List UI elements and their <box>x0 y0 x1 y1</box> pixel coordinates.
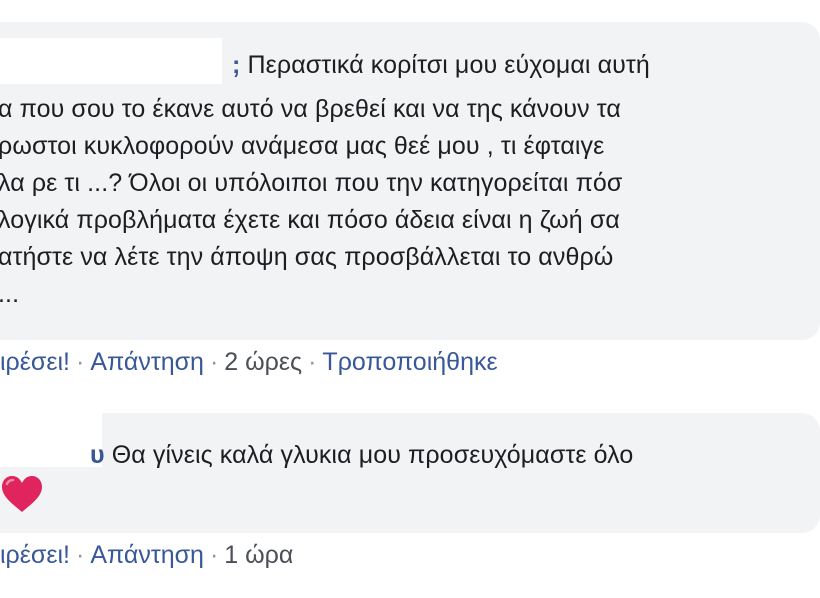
comment-actions: ιρέσει! · Απάντηση · 1 ώρα <box>0 540 293 570</box>
author-name[interactable]: ; <box>232 51 240 79</box>
comment-text-line: ατήστε να λέτε την άποψη σας προσβάλλετα… <box>0 243 614 271</box>
separator-dot: · <box>308 348 317 376</box>
author-name[interactable]: υ <box>90 441 105 469</box>
comment-text-line: α που σου το έκανε αυτό να βρεθεί και να… <box>0 95 621 123</box>
comment-text-line: ; Περαστικά κορίτσι μου εύχομαι αυτή <box>232 51 650 79</box>
comment-actions: ιρέσει! · Απάντηση · 2 ώρες · Τροποποιήθηκε <box>0 347 498 377</box>
like-link[interactable]: ιρέσει! <box>0 348 70 376</box>
comment-text-line: υ Θα γίνεις καλά γλυκια μου προσευχόμαστ… <box>90 441 634 469</box>
see-more-ellipsis[interactable]: ... <box>0 279 19 309</box>
separator-dot: · <box>209 348 219 376</box>
redacted-author-name <box>0 405 102 467</box>
timestamp[interactable]: 1 ώρα <box>224 541 293 569</box>
redacted-author-name <box>0 38 222 84</box>
comment-text-line: λογικά προβλήματα έχετε και πόσο άδεια ε… <box>0 206 620 234</box>
edited-label[interactable]: Τροποποιήθηκε <box>322 348 497 376</box>
comment-text-line: λα ρε τι ...? Όλοι οι υπόλοιποι που την … <box>0 169 623 197</box>
comment-bubble <box>0 413 820 533</box>
reply-link[interactable]: Απάντηση <box>90 348 204 376</box>
comment-text-line: ρωστοι κυκλοφορούν ανάμεσα μας θεέ μου ,… <box>0 132 605 160</box>
reply-link[interactable]: Απάντηση <box>90 541 204 569</box>
separator-dot: · <box>76 541 85 569</box>
timestamp[interactable]: 2 ώρες <box>224 348 302 376</box>
separator-dot: · <box>76 348 85 376</box>
separator-dot: · <box>209 541 219 569</box>
heart-emoji-icon <box>2 476 42 512</box>
like-link[interactable]: ιρέσει! <box>0 541 70 569</box>
